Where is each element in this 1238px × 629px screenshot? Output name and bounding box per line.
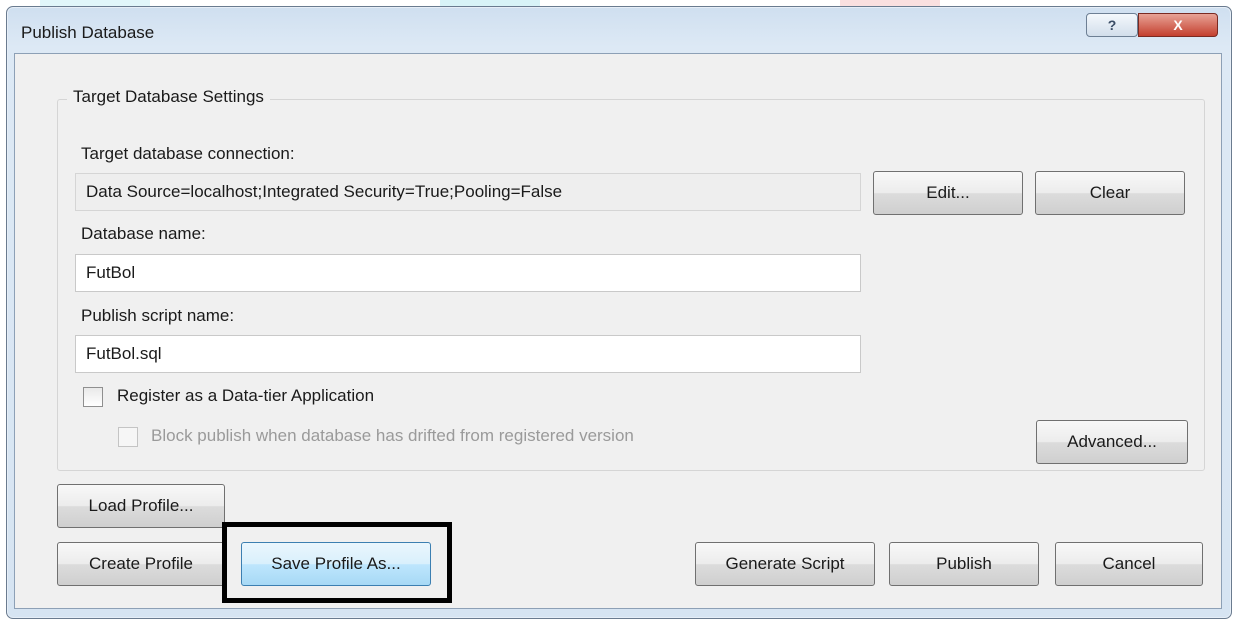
- highlight-box: [222, 522, 452, 603]
- advanced-button[interactable]: Advanced...: [1036, 420, 1188, 464]
- help-icon: ?: [1107, 17, 1117, 33]
- load-profile-button[interactable]: Load Profile...: [57, 484, 225, 528]
- edit-button[interactable]: Edit...: [873, 171, 1023, 215]
- connection-label: Target database connection:: [81, 144, 295, 163]
- close-button[interactable]: X: [1138, 13, 1218, 37]
- publish-button[interactable]: Publish: [889, 542, 1039, 586]
- clear-button[interactable]: Clear: [1035, 171, 1185, 215]
- connection-field[interactable]: Data Source=localhost;Integrated Securit…: [75, 173, 861, 211]
- dialog-title: Publish Database: [21, 23, 155, 42]
- title-bar: Publish Database ? X: [7, 7, 1231, 53]
- close-icon: X: [1173, 17, 1183, 33]
- generate-script-button[interactable]: Generate Script: [695, 542, 875, 586]
- register-label: Register as a Data-tier Application: [117, 386, 375, 405]
- block-publish-label: Block publish when database has drifted …: [151, 426, 634, 445]
- register-checkbox[interactable]: [83, 387, 103, 407]
- create-profile-button[interactable]: Create Profile: [57, 542, 225, 586]
- cancel-button[interactable]: Cancel: [1055, 542, 1203, 586]
- help-button[interactable]: ?: [1086, 13, 1138, 37]
- database-name-label: Database name:: [81, 224, 206, 243]
- script-name-label: Publish script name:: [81, 306, 235, 325]
- dialog-client-area: Target Database Settings Target database…: [14, 53, 1222, 609]
- script-name-input[interactable]: FutBol.sql: [75, 335, 861, 373]
- block-publish-checkbox[interactable]: [118, 427, 138, 447]
- group-title: Target Database Settings: [67, 87, 270, 107]
- database-name-input[interactable]: FutBol: [75, 254, 861, 292]
- publish-database-dialog: Publish Database ? X Target Database Set…: [6, 6, 1232, 619]
